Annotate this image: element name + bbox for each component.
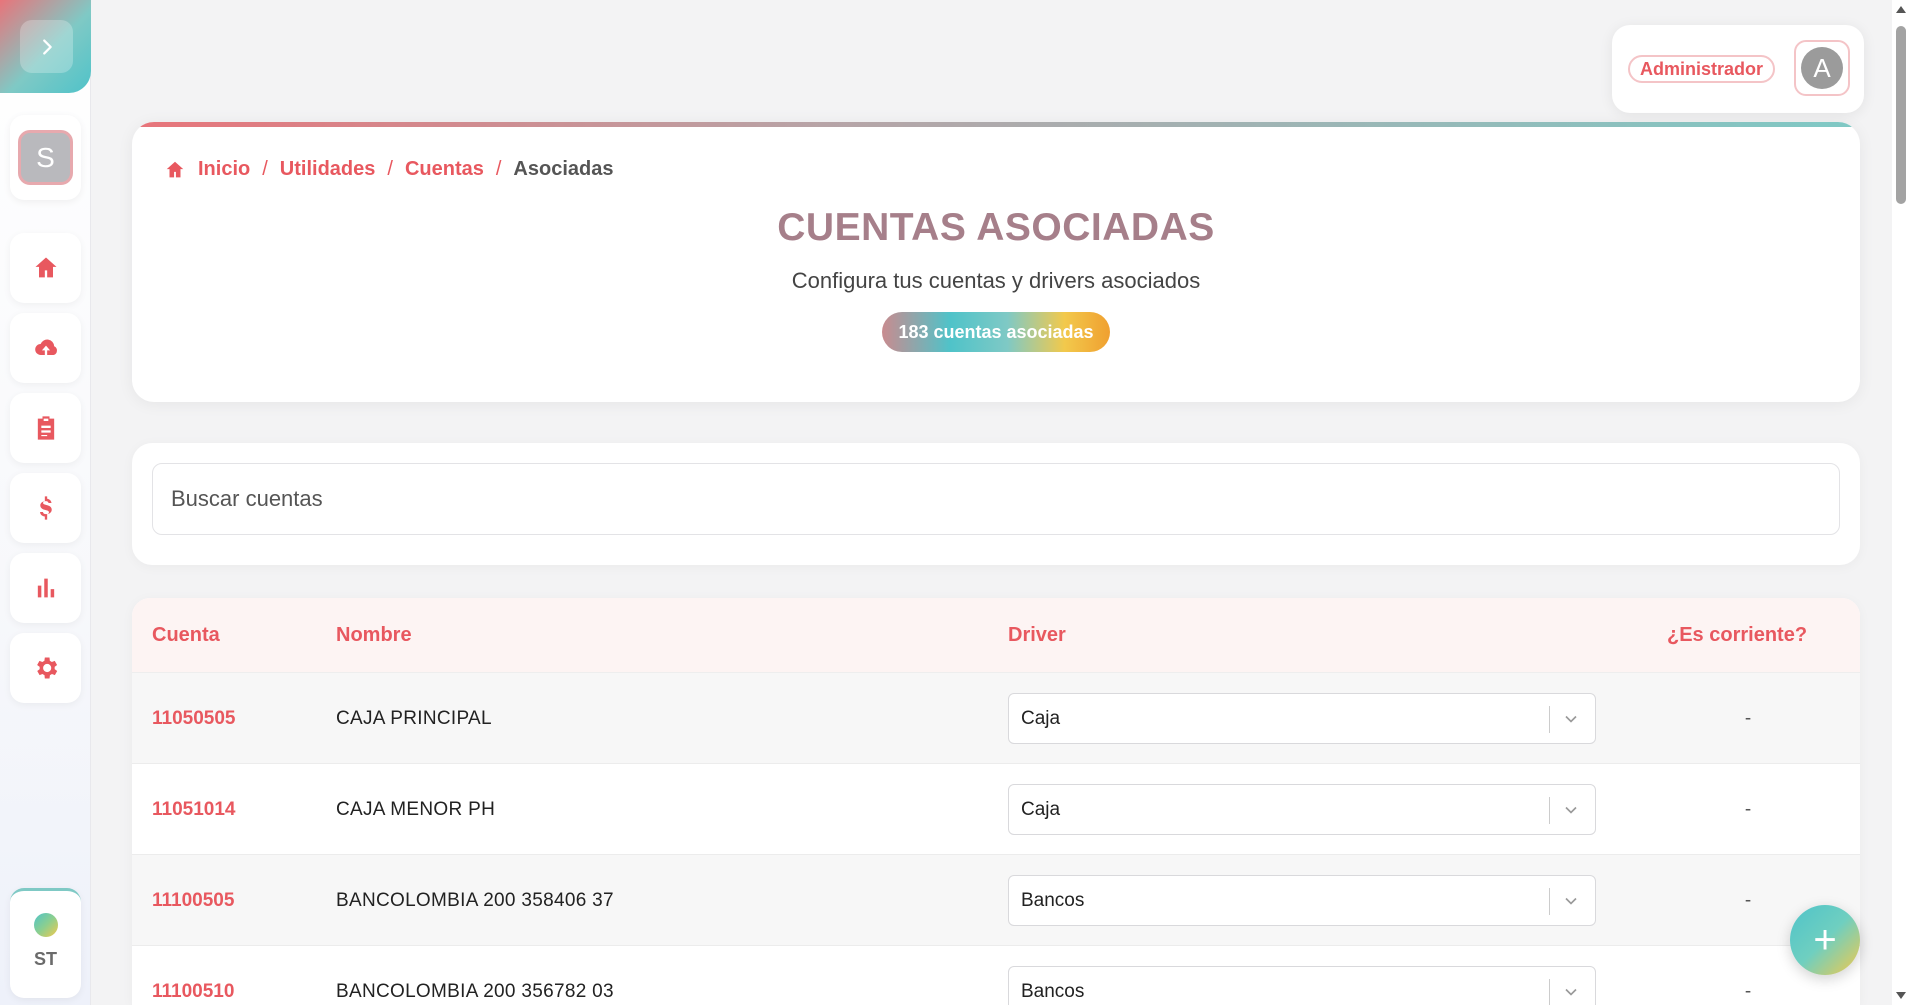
scrollbar-thumb[interactable] [1896, 26, 1906, 204]
sidebar-profile-card[interactable]: S [10, 115, 81, 200]
select-divider [1549, 706, 1550, 733]
driver-select-value: Caja [1021, 799, 1061, 820]
is-current-value: - [1744, 708, 1752, 729]
is-current-value: - [1744, 981, 1752, 1002]
sidebar: S ST [0, 0, 91, 1005]
column-header-cuenta[interactable]: Cuenta [152, 598, 220, 673]
user-avatar-button[interactable]: A [1794, 40, 1850, 96]
page-subtitle: Configura tus cuentas y drivers asociado… [791, 268, 1201, 293]
table-row: 11050505 CAJA PRINCIPAL Caja - [132, 673, 1860, 764]
sidebar-toggle-button[interactable] [20, 20, 73, 73]
account-code[interactable]: 11051014 [152, 764, 236, 855]
status-dot-icon [34, 913, 58, 937]
sidebar-item-analytics[interactable] [10, 553, 81, 623]
user-card: Administrador A [1612, 25, 1864, 113]
account-code[interactable]: 11050505 [152, 673, 236, 764]
sidebar-item-upload[interactable] [10, 313, 81, 383]
column-header-nombre[interactable]: Nombre [336, 598, 412, 673]
page-title: CUENTAS ASOCIADAS [777, 206, 1215, 249]
bar-chart-icon [37, 578, 54, 598]
select-divider [1549, 797, 1550, 824]
add-account-button[interactable]: + [1790, 905, 1860, 975]
table-row: 11100510 BANCOLOMBIA 200 356782 03 Banco… [132, 946, 1860, 1005]
account-name: CAJA PRINCIPAL [336, 708, 492, 729]
chevron-down-icon[interactable] [1561, 709, 1581, 729]
sidebar-item-finance[interactable] [10, 473, 81, 543]
gear-icon [36, 657, 57, 679]
role-badge: Administrador [1628, 55, 1776, 83]
driver-select[interactable]: Caja [1008, 693, 1596, 744]
sidebar-avatar[interactable]: S [18, 130, 73, 185]
dollar-icon [39, 496, 52, 520]
is-current-value: - [1744, 890, 1752, 911]
cloud-upload-icon [34, 339, 57, 356]
breadcrumb-separator: / [495, 158, 502, 180]
search-card [132, 443, 1860, 565]
user-avatar: A [1801, 47, 1843, 89]
header-accent-bar [132, 122, 1860, 127]
driver-select[interactable]: Bancos [1008, 966, 1596, 1005]
sidebar-item-home[interactable] [10, 233, 81, 303]
home-icon [35, 257, 56, 278]
clipboard-icon [37, 416, 54, 440]
scroll-up-arrow-icon[interactable] [1896, 6, 1906, 13]
breadcrumb-link-inicio[interactable]: Inicio [198, 158, 250, 181]
column-header-corriente[interactable]: ¿Es corriente? [1667, 598, 1807, 673]
breadcrumb-separator: / [262, 158, 268, 180]
driver-select-value: Bancos [1021, 890, 1085, 911]
page-scrollbar[interactable] [1892, 0, 1910, 1005]
table-row: 11100505 BANCOLOMBIA 200 358406 37 Banco… [132, 855, 1860, 946]
breadcrumb: Inicio / Utilidades / Cuentas / Asociada… [164, 158, 613, 181]
chevron-right-icon [42, 38, 52, 55]
accounts-table: Cuenta Nombre Driver ¿Es corriente? 1105… [132, 598, 1860, 1005]
sidebar-item-reports[interactable] [10, 393, 81, 463]
chevron-down-icon[interactable] [1561, 982, 1581, 1002]
account-name: BANCOLOMBIA 200 356782 03 [336, 981, 614, 1002]
breadcrumb-current: Asociadas [513, 158, 614, 180]
column-header-driver[interactable]: Driver [1008, 598, 1066, 673]
account-code[interactable]: 11100505 [152, 855, 234, 946]
chevron-down-icon[interactable] [1561, 891, 1581, 911]
driver-select[interactable]: Bancos [1008, 875, 1596, 926]
count-badge: 183 cuentas asociadas [882, 312, 1110, 352]
table-row: 11051014 CAJA MENOR PH Caja - [132, 764, 1860, 855]
driver-select-value: Caja [1021, 708, 1061, 729]
breadcrumb-link-cuentas[interactable]: Cuentas [405, 158, 484, 181]
chevron-down-icon[interactable] [1561, 800, 1581, 820]
sidebar-header [0, 0, 91, 93]
scroll-down-arrow-icon[interactable] [1896, 992, 1906, 999]
breadcrumb-link-utilidades[interactable]: Utilidades [280, 158, 376, 181]
page-header-card: Inicio / Utilidades / Cuentas / Asociada… [132, 122, 1860, 402]
table-header: Cuenta Nombre Driver ¿Es corriente? [132, 598, 1860, 673]
is-current-value: - [1744, 799, 1752, 820]
account-name: CAJA MENOR PH [336, 799, 496, 820]
account-name: BANCOLOMBIA 200 358406 37 [336, 890, 614, 911]
account-code[interactable]: 11100510 [152, 946, 234, 1005]
sidebar-footer-label: ST [33, 949, 57, 969]
search-input[interactable] [152, 463, 1840, 535]
breadcrumb-separator: / [387, 158, 393, 180]
sidebar-item-settings[interactable] [10, 633, 81, 703]
driver-select-value: Bancos [1021, 981, 1085, 1002]
sidebar-footer[interactable]: ST [10, 888, 81, 998]
home-icon[interactable] [164, 159, 186, 181]
driver-select[interactable]: Caja [1008, 784, 1596, 835]
select-divider [1549, 888, 1550, 915]
select-divider [1549, 979, 1550, 1005]
